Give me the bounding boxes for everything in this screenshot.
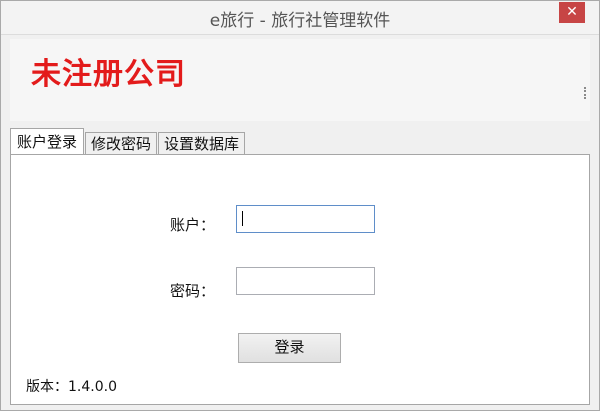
app-window: e旅行 - 旅行社管理软件 ✕ 未注册公司 账户登录 修改密码 设置数据库 账户… xyxy=(0,0,600,411)
company-banner: 未注册公司 xyxy=(10,39,590,121)
tab-change-password[interactable]: 修改密码 xyxy=(85,132,158,154)
title-bar[interactable]: e旅行 - 旅行社管理软件 ✕ xyxy=(1,1,599,35)
tab-account-login[interactable]: 账户登录 xyxy=(10,128,85,155)
tab-strip: 账户登录 修改密码 设置数据库 xyxy=(10,128,246,155)
login-panel: 账户： 密码： 登录 版本：1.4.0.0 xyxy=(10,154,590,405)
window-title: e旅行 - 旅行社管理软件 xyxy=(209,11,391,31)
account-label: 账户： xyxy=(170,216,216,234)
close-button[interactable]: ✕ xyxy=(559,2,585,23)
password-input[interactable] xyxy=(236,267,375,295)
login-button[interactable]: 登录 xyxy=(238,333,341,363)
version-label: 版本：1.4.0.0 xyxy=(26,379,117,395)
password-label: 密码： xyxy=(170,282,216,300)
resize-grip[interactable] xyxy=(584,87,588,99)
tab-database-settings[interactable]: 设置数据库 xyxy=(158,132,246,154)
close-icon: ✕ xyxy=(566,4,578,20)
company-name: 未注册公司 xyxy=(31,57,186,92)
text-caret xyxy=(242,211,243,226)
account-input[interactable] xyxy=(236,205,375,233)
